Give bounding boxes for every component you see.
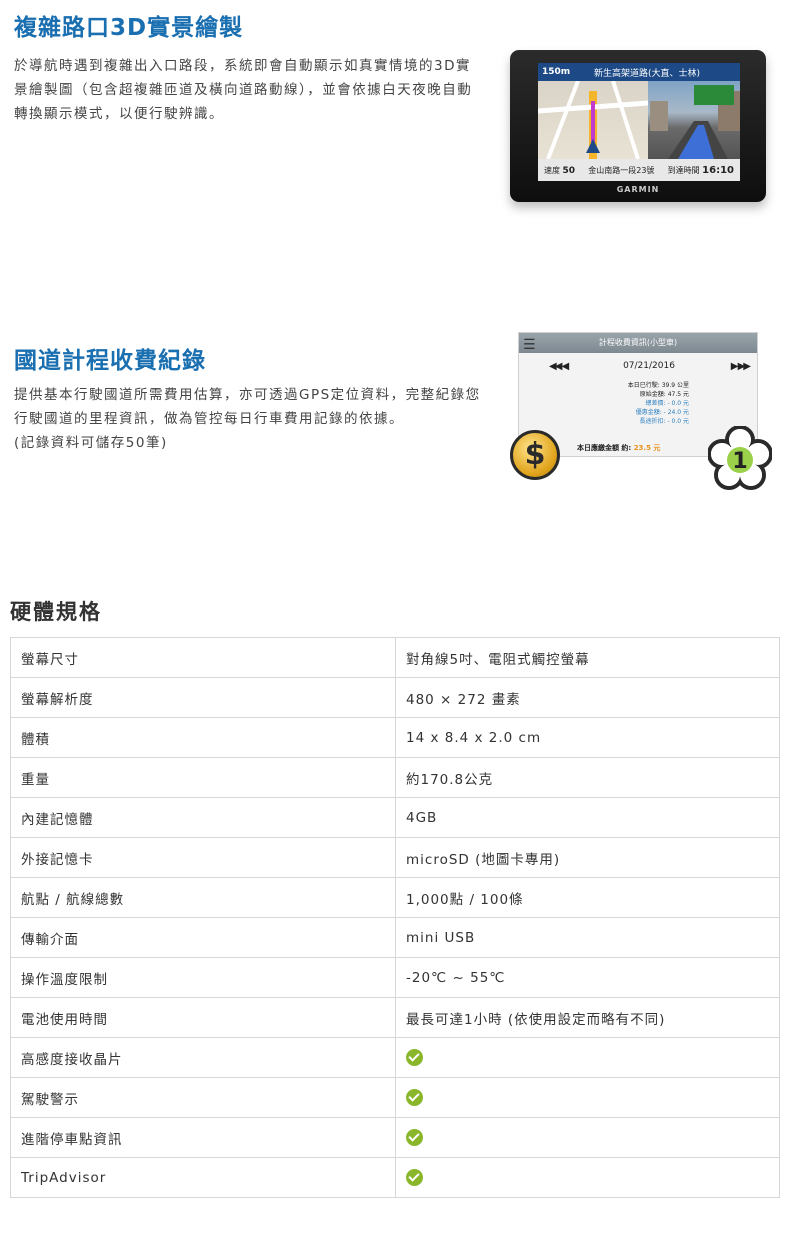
device-screen: 150m 新生高架道路(大直、士林) 速度 50 金山南路一段23號 到達時間 … bbox=[538, 63, 740, 181]
speed-label: 速度 bbox=[544, 165, 560, 175]
checkmark-icon bbox=[406, 1049, 423, 1066]
spec-label: 駕駛警示 bbox=[10, 1077, 396, 1118]
spec-table: 螢幕尺寸 對角線5吋、電阻式觸控螢幕 螢幕解析度 480 × 272 畫素 體積 14 x… bbox=[10, 637, 780, 1198]
screen-bottom-bar: 速度 50 金山南路一段23號 到達時間 16:10 bbox=[538, 159, 740, 181]
speed-value: 50 bbox=[562, 165, 576, 176]
menu-icon: ☰ bbox=[523, 337, 536, 353]
junction-3d-view bbox=[648, 81, 740, 159]
arrival-label: 到達時間 bbox=[667, 165, 700, 175]
spec-value: 4GB bbox=[395, 797, 780, 838]
toll-total-value: 23.5 元 bbox=[633, 444, 661, 452]
arrival-box: 到達時間 16:10 bbox=[668, 165, 734, 176]
spec-row: 重量 約170.8公克 bbox=[10, 757, 780, 798]
toll-date-bar: ◀◀ ◀ 07/21/2016 ▶ ▶▶ bbox=[549, 361, 751, 372]
spec-row: 體積 14 x 8.4 x 2.0 cm bbox=[10, 717, 780, 758]
toll-detail-list: 本日已行駛: 39.9 公里 原始金額: 47.5 元 總差價: - 0.0 元… bbox=[539, 381, 749, 426]
spec-title: 硬體規格 bbox=[10, 600, 102, 624]
badge-number: 1 bbox=[732, 449, 747, 474]
spec-label: 高感度接收晶片 bbox=[10, 1037, 396, 1078]
street-name: 金山南路一段23號 bbox=[588, 165, 655, 175]
spec-label: 外接記憶卡 bbox=[10, 837, 396, 878]
toll-screen-image: 計程收費資訊(小型車) ☰ ◀◀ ◀ 07/21/2016 ▶ ▶▶ 本日已行駛… bbox=[510, 332, 772, 522]
spec-row: 操作溫度限制 -20℃ ~ 55℃ bbox=[10, 957, 780, 998]
spec-row: 電池使用時間 最長可達1小時 (依使用設定而略有不同) bbox=[10, 997, 780, 1038]
spec-row: 航點 / 航線總數 1,000點 / 100條 bbox=[10, 877, 780, 918]
spec-value bbox=[395, 1037, 780, 1078]
gps-device-image: 150m 新生高架道路(大直、士林) 速度 50 金山南路一段23號 到達時間 … bbox=[510, 50, 766, 205]
spec-value: 對角線5吋、電阻式觸控螢幕 bbox=[395, 637, 780, 678]
prev-arrows-icon: ◀◀ ◀ bbox=[549, 361, 569, 372]
arrival-time: 16:10 bbox=[702, 164, 734, 176]
checkmark-icon bbox=[406, 1089, 423, 1106]
speed-box: 速度 50 bbox=[544, 165, 575, 176]
toll-date: 07/21/2016 bbox=[623, 361, 675, 371]
spec-row: 內建記憶體 4GB bbox=[10, 797, 780, 838]
spec-row: 螢幕尺寸 對角線5吋、電阻式觸控螢幕 bbox=[10, 637, 780, 678]
spec-row: 螢幕解析度 480 × 272 畫素 bbox=[10, 677, 780, 718]
spec-label: 重量 bbox=[10, 757, 396, 798]
screen-top-bar: 150m 新生高架道路(大直、士林) bbox=[538, 63, 740, 81]
toll-row: 原始金額: 47.5 元 bbox=[639, 391, 689, 398]
feature-description: 提供基本行駛國道所需費用估算，亦可透過GPS定位資料，完整紀錄您行駛國道的里程資… bbox=[14, 387, 481, 427]
spec-value: 1,000點 / 100條 bbox=[395, 877, 780, 918]
spec-table-body: 螢幕尺寸 對角線5吋、電阻式觸控螢幕 螢幕解析度 480 × 272 畫素 體積 14 x… bbox=[10, 637, 780, 1198]
spec-value: microSD (地圖卡專用) bbox=[395, 837, 780, 878]
feature-title: 複雜路口3D實景繪製 bbox=[14, 15, 244, 41]
spec-row: 高感度接收晶片 bbox=[10, 1037, 780, 1078]
toll-row: 總差價: - 0.0 元 bbox=[645, 400, 689, 407]
feature-description: 於導航時遇到複雜出入口路段，系統即會自動顯示如真實情境的3D實景繪製圖（包含超複… bbox=[14, 58, 473, 122]
spec-value: mini USB bbox=[395, 917, 780, 958]
device-body: 150m 新生高架道路(大直、士林) 速度 50 金山南路一段23號 到達時間 … bbox=[510, 50, 766, 202]
toll-row: 長途折扣: - 0.0 元 bbox=[639, 418, 689, 425]
spec-label: 傳輸介面 bbox=[10, 917, 396, 958]
spec-label: TripAdvisor bbox=[10, 1157, 396, 1198]
spec-value bbox=[395, 1077, 780, 1118]
spec-value: -20℃ ~ 55℃ bbox=[395, 957, 780, 998]
spec-row: 外接記憶卡 microSD (地圖卡專用) bbox=[10, 837, 780, 878]
spec-row: 駕駛警示 bbox=[10, 1077, 780, 1118]
brand-logo: GARMIN bbox=[616, 185, 660, 194]
spec-label: 體積 bbox=[10, 717, 396, 758]
spec-value: 約170.8公克 bbox=[395, 757, 780, 798]
spec-label: 航點 / 航線總數 bbox=[10, 877, 396, 918]
toll-header: 計程收費資訊(小型車) bbox=[519, 333, 757, 353]
spec-label: 螢幕尺寸 bbox=[10, 637, 396, 678]
spec-label: 進階停車點資訊 bbox=[10, 1117, 396, 1158]
spec-value: 14 x 8.4 x 2.0 cm bbox=[395, 717, 780, 758]
number-one-badge-icon: 1 bbox=[708, 426, 772, 490]
spec-label: 操作溫度限制 bbox=[10, 957, 396, 998]
spec-row: 進階停車點資訊 bbox=[10, 1117, 780, 1158]
spec-value bbox=[395, 1157, 780, 1198]
toll-row: 本日已行駛: 39.9 公里 bbox=[627, 382, 689, 389]
spec-value: 最長可達1小時 (依使用設定而略有不同) bbox=[395, 997, 780, 1038]
map-roads-graphic bbox=[538, 80, 649, 160]
spec-value: 480 × 272 畫素 bbox=[395, 677, 780, 718]
junction-3d-graphic bbox=[650, 85, 740, 159]
checkmark-icon bbox=[406, 1129, 423, 1146]
spec-value bbox=[395, 1117, 780, 1158]
spec-row: 傳輸介面 mini USB bbox=[10, 917, 780, 958]
feature-title: 國道計程收費紀錄 bbox=[14, 348, 206, 374]
map-view bbox=[538, 80, 649, 160]
feature-note: (記錄資料可儲存50筆) bbox=[14, 435, 168, 451]
dollar-coin-icon: $ bbox=[510, 430, 560, 480]
toll-total: 本日應繳金額 約: 23.5 元 bbox=[577, 443, 660, 453]
toll-row: 優惠金額: - 24.0 元 bbox=[635, 409, 689, 416]
spec-label: 內建記憶體 bbox=[10, 797, 396, 838]
spec-row: TripAdvisor bbox=[10, 1157, 780, 1198]
turn-distance: 150m bbox=[542, 67, 571, 77]
checkmark-icon bbox=[406, 1169, 423, 1186]
spec-label: 螢幕解析度 bbox=[10, 677, 396, 718]
next-arrows-icon: ▶ ▶▶ bbox=[730, 361, 751, 372]
spec-label: 電池使用時間 bbox=[10, 997, 396, 1038]
road-name: 新生高架道路(大直、士林) bbox=[594, 68, 701, 79]
toll-total-label: 本日應繳金額 約: bbox=[577, 444, 632, 452]
